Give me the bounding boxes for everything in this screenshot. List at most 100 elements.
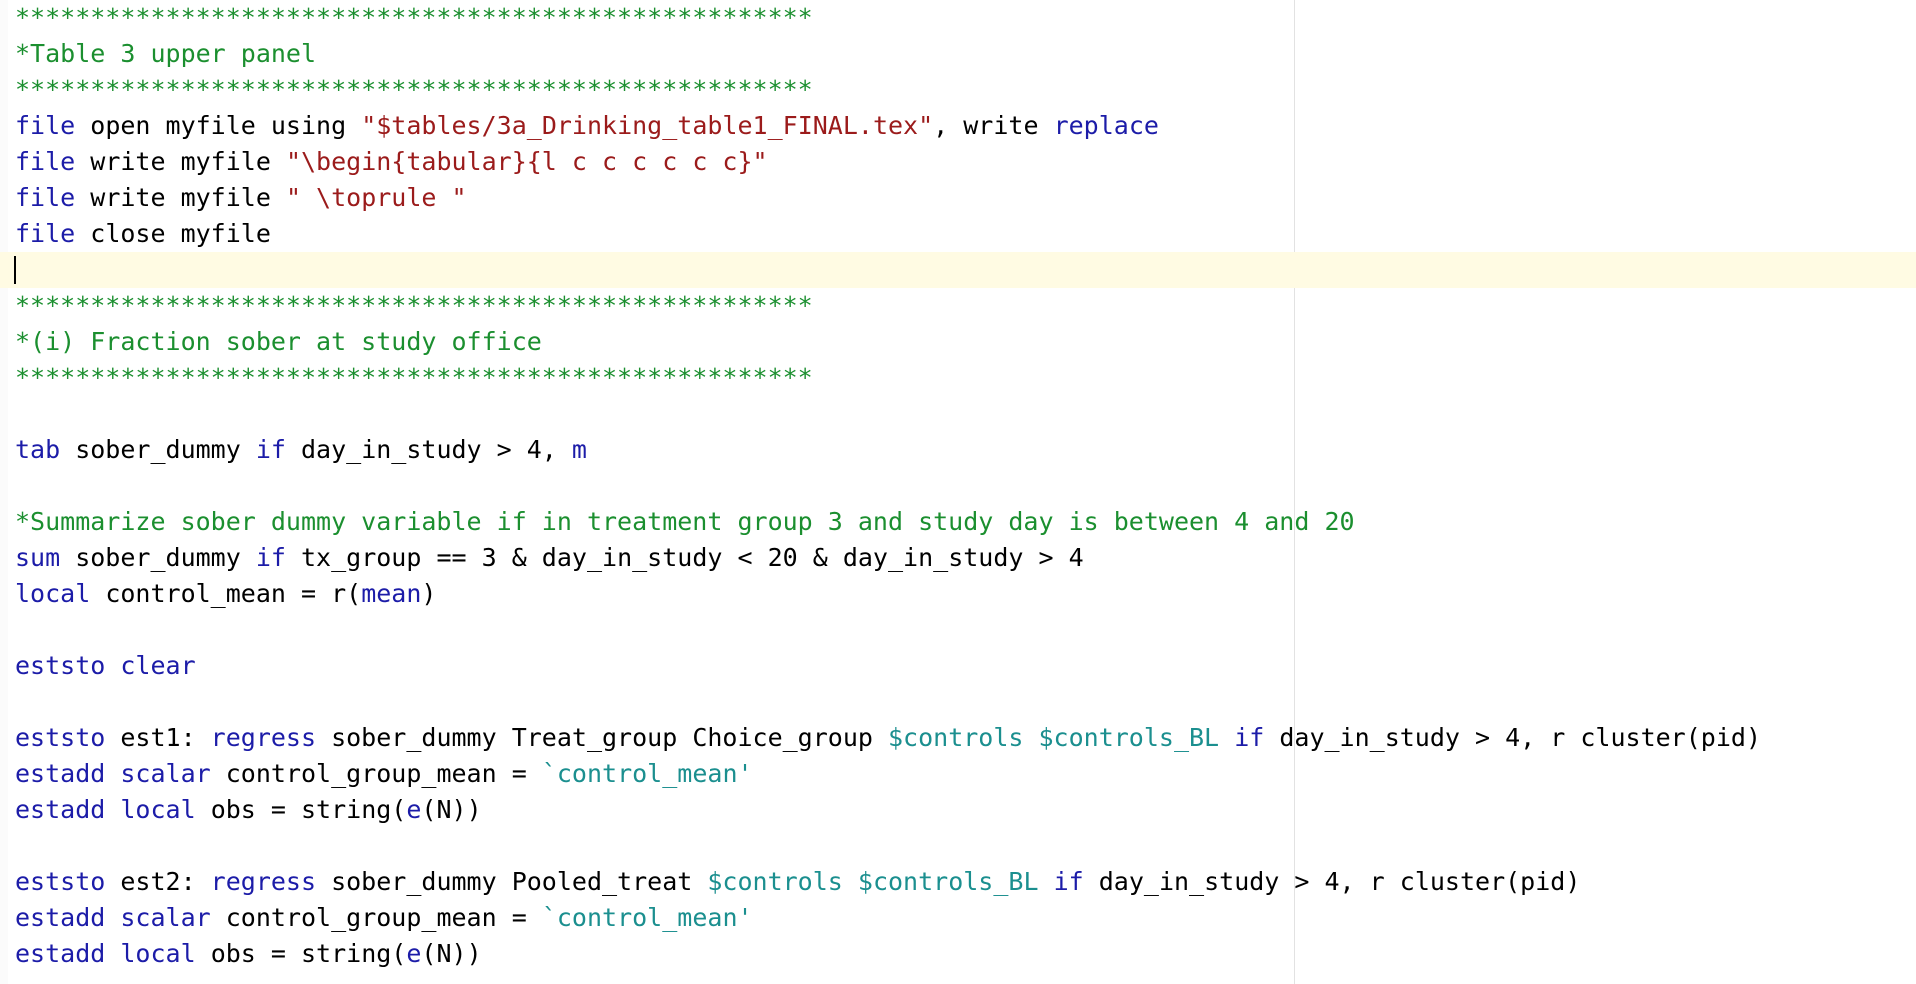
code-token-keyword: e: [406, 939, 422, 968]
code-token-plain: write myfile: [75, 147, 286, 176]
code-token-plain: control_group_mean =: [210, 903, 542, 932]
code-token-plain: control_mean = r(: [90, 579, 362, 608]
code-token-plain: sober_dummy: [60, 435, 256, 464]
code-token-keyword: sum: [15, 543, 61, 572]
code-token-keyword: if: [1234, 723, 1265, 752]
code-line[interactable]: eststo est2: regress sober_dummy Pooled_…: [0, 864, 1916, 900]
code-token-keyword: regress: [210, 867, 317, 896]
code-token-keyword: estadd: [15, 939, 106, 968]
code-token-keyword: local: [120, 795, 196, 824]
code-token-plain: (N)): [421, 795, 482, 824]
code-token-comment: *Summarize sober dummy variable if in tr…: [15, 507, 1355, 536]
code-token-plain: sober_dummy: [60, 543, 256, 572]
code-line[interactable]: ****************************************…: [0, 288, 1916, 324]
code-line[interactable]: eststo est1: regress sober_dummy Treat_g…: [0, 720, 1916, 756]
code-token-plain: close myfile: [75, 219, 271, 248]
code-token-keyword: scalar: [120, 759, 211, 788]
code-token-plain: (N)): [421, 939, 482, 968]
code-token-keyword: estadd: [15, 903, 106, 932]
code-token-plain: sober_dummy Pooled_treat: [316, 867, 708, 896]
code-line[interactable]: ****************************************…: [0, 360, 1916, 396]
code-line[interactable]: estadd scalar control_group_mean = `cont…: [0, 756, 1916, 792]
code-token-plain: ): [421, 579, 437, 608]
code-token-keyword: m: [571, 435, 587, 464]
code-token-macro: `control_mean': [541, 903, 753, 932]
code-line[interactable]: file write myfile " \toprule ": [0, 180, 1916, 216]
code-token-keyword: file: [15, 219, 76, 248]
code-line[interactable]: file open myfile using "$tables/3a_Drink…: [0, 108, 1916, 144]
code-token-keyword: eststo: [15, 723, 106, 752]
code-token-macro: $controls $controls_BL: [707, 867, 1039, 896]
code-editor[interactable]: ****************************************…: [0, 0, 1916, 984]
code-line[interactable]: estadd scalar control_group_mean = `cont…: [0, 900, 1916, 936]
text-cursor: [14, 256, 16, 284]
code-token-comment: ****************************************…: [15, 363, 813, 392]
code-line[interactable]: file write myfile "\begin{tabular}{l c c…: [0, 144, 1916, 180]
code-token-plain: tx_group == 3 & day_in_study < 20 & day_…: [285, 543, 1084, 572]
code-token-plain: day_in_study > 4, r cluster(pid): [1264, 723, 1761, 752]
code-token-plain: day_in_study > 4, r cluster(pid): [1083, 867, 1581, 896]
code-token-comment: ****************************************…: [15, 3, 813, 32]
code-line[interactable]: [0, 684, 1916, 720]
code-token-comment: *(i) Fraction sober at study office: [15, 327, 542, 356]
code-token-keyword: if: [255, 435, 286, 464]
code-token-plain: write myfile: [75, 183, 286, 212]
code-token-plain: , write: [933, 111, 1054, 140]
code-line[interactable]: estadd local obs = string(e(N)): [0, 792, 1916, 828]
code-token-macro: $controls $controls_BL: [887, 723, 1220, 752]
code-token-keyword: local: [15, 579, 91, 608]
code-token-keyword: e: [406, 795, 422, 824]
code-line[interactable]: *(i) Fraction sober at study office: [0, 324, 1916, 360]
code-line[interactable]: sum sober_dummy if tx_group == 3 & day_i…: [0, 540, 1916, 576]
code-token-keyword: replace: [1053, 111, 1159, 140]
code-token-string: "\begin{tabular}{l c c c c c c}": [285, 147, 768, 176]
code-line[interactable]: [0, 468, 1916, 504]
code-line[interactable]: [0, 396, 1916, 432]
code-line[interactable]: eststo clear: [0, 648, 1916, 684]
code-token-keyword: if: [1053, 867, 1084, 896]
code-line[interactable]: local control_mean = r(mean): [0, 576, 1916, 612]
code-token-comment: ****************************************…: [15, 291, 813, 320]
code-token-plain: control_group_mean =: [210, 759, 542, 788]
code-token-comment: *Table 3 upper panel: [15, 39, 317, 68]
code-token-plain: obs = string(: [195, 939, 407, 968]
code-line[interactable]: [0, 828, 1916, 864]
code-line[interactable]: [0, 612, 1916, 648]
code-line[interactable]: *Summarize sober dummy variable if in tr…: [0, 504, 1916, 540]
code-token-keyword: file: [15, 111, 76, 140]
code-token-plain: open myfile using: [75, 111, 362, 140]
code-token-plain: day_in_study > 4,: [285, 435, 572, 464]
code-line[interactable]: ****************************************…: [0, 0, 1916, 36]
code-token-plain: sober_dummy Treat_group Choice_group: [316, 723, 888, 752]
code-token-keyword: eststo: [15, 867, 106, 896]
code-line[interactable]: file close myfile: [0, 216, 1916, 252]
code-token-keyword: clear: [120, 651, 196, 680]
code-token-string: " \toprule ": [285, 183, 467, 212]
code-token-plain: obs = string(: [195, 795, 407, 824]
code-line[interactable]: ****************************************…: [0, 72, 1916, 108]
code-line[interactable]: estadd local obs = string(e(N)): [0, 936, 1916, 972]
code-token-keyword: local: [120, 939, 196, 968]
code-token-keyword: eststo: [15, 651, 106, 680]
code-token-keyword: tab: [15, 435, 61, 464]
current-code-line[interactable]: [0, 252, 1916, 288]
code-token-keyword: estadd: [15, 759, 106, 788]
code-line[interactable]: tab sober_dummy if day_in_study > 4, m: [0, 432, 1916, 468]
code-area[interactable]: ****************************************…: [0, 0, 1916, 972]
code-token-plain: est2:: [105, 867, 211, 896]
code-line[interactable]: *Table 3 upper panel: [0, 36, 1916, 72]
code-token-keyword: file: [15, 147, 76, 176]
code-token-keyword: scalar: [120, 903, 211, 932]
code-token-keyword: mean: [361, 579, 422, 608]
code-token-keyword: estadd: [15, 795, 106, 824]
code-token-keyword: if: [255, 543, 286, 572]
code-token-string: "$tables/3a_Drinking_table1_FINAL.tex": [361, 111, 934, 140]
code-token-comment: ****************************************…: [15, 75, 813, 104]
